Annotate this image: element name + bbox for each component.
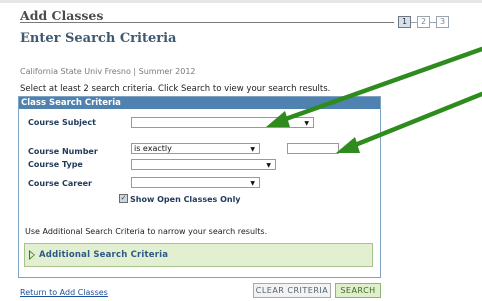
step-1: 1	[398, 16, 411, 28]
class-search-panel: Class Search Criteria Course Subject ▼ C…	[18, 96, 381, 278]
search-button[interactable]: SEARCH	[335, 283, 381, 298]
page-subtitle: Enter Search Criteria	[20, 31, 177, 46]
course-number-label: Course Number	[28, 147, 98, 156]
show-open-classes-label: Show Open Classes Only	[130, 195, 241, 204]
course-type-label: Course Type	[28, 160, 83, 169]
clear-criteria-button[interactable]: CLEAR CRITERIA	[253, 283, 331, 298]
course-number-operator-value: is exactly	[134, 144, 172, 153]
chevron-down-icon: ▼	[250, 146, 255, 153]
chevron-down-icon: ▼	[266, 162, 271, 169]
instructions-text: Select at least 2 search criteria. Click…	[20, 84, 331, 94]
return-to-add-classes-link[interactable]: Return to Add Classes	[20, 288, 108, 297]
step-2: 2	[417, 16, 430, 28]
course-subject-label: Course Subject	[28, 118, 96, 127]
page-title: Add Classes	[20, 8, 104, 23]
step-indicator: 1 2 3	[398, 15, 449, 29]
step-3: 3	[436, 16, 449, 28]
institution-term: California State Univ Fresno | Summer 20…	[20, 67, 196, 76]
chevron-down-icon: ▼	[250, 180, 255, 187]
header-divider	[20, 22, 394, 23]
course-type-select[interactable]: ▼	[131, 159, 276, 170]
additional-search-criteria-toggle[interactable]: Additional Search Criteria	[24, 243, 373, 267]
additional-criteria-help: Use Additional Search Criteria to narrow…	[25, 227, 268, 236]
course-number-input[interactable]	[287, 143, 339, 154]
chevron-down-icon: ▼	[304, 120, 309, 127]
course-subject-select[interactable]: ▼	[131, 117, 314, 128]
top-band	[0, 0, 482, 3]
show-open-classes-checkbox[interactable]: ✓	[119, 194, 128, 203]
expand-triangle-icon	[29, 250, 35, 260]
course-career-label: Course Career	[28, 179, 92, 188]
course-number-operator-select[interactable]: is exactly ▼	[131, 143, 260, 154]
course-career-select[interactable]: ▼	[131, 177, 260, 188]
additional-search-criteria-label: Additional Search Criteria	[39, 250, 169, 260]
panel-title: Class Search Criteria	[19, 97, 380, 109]
